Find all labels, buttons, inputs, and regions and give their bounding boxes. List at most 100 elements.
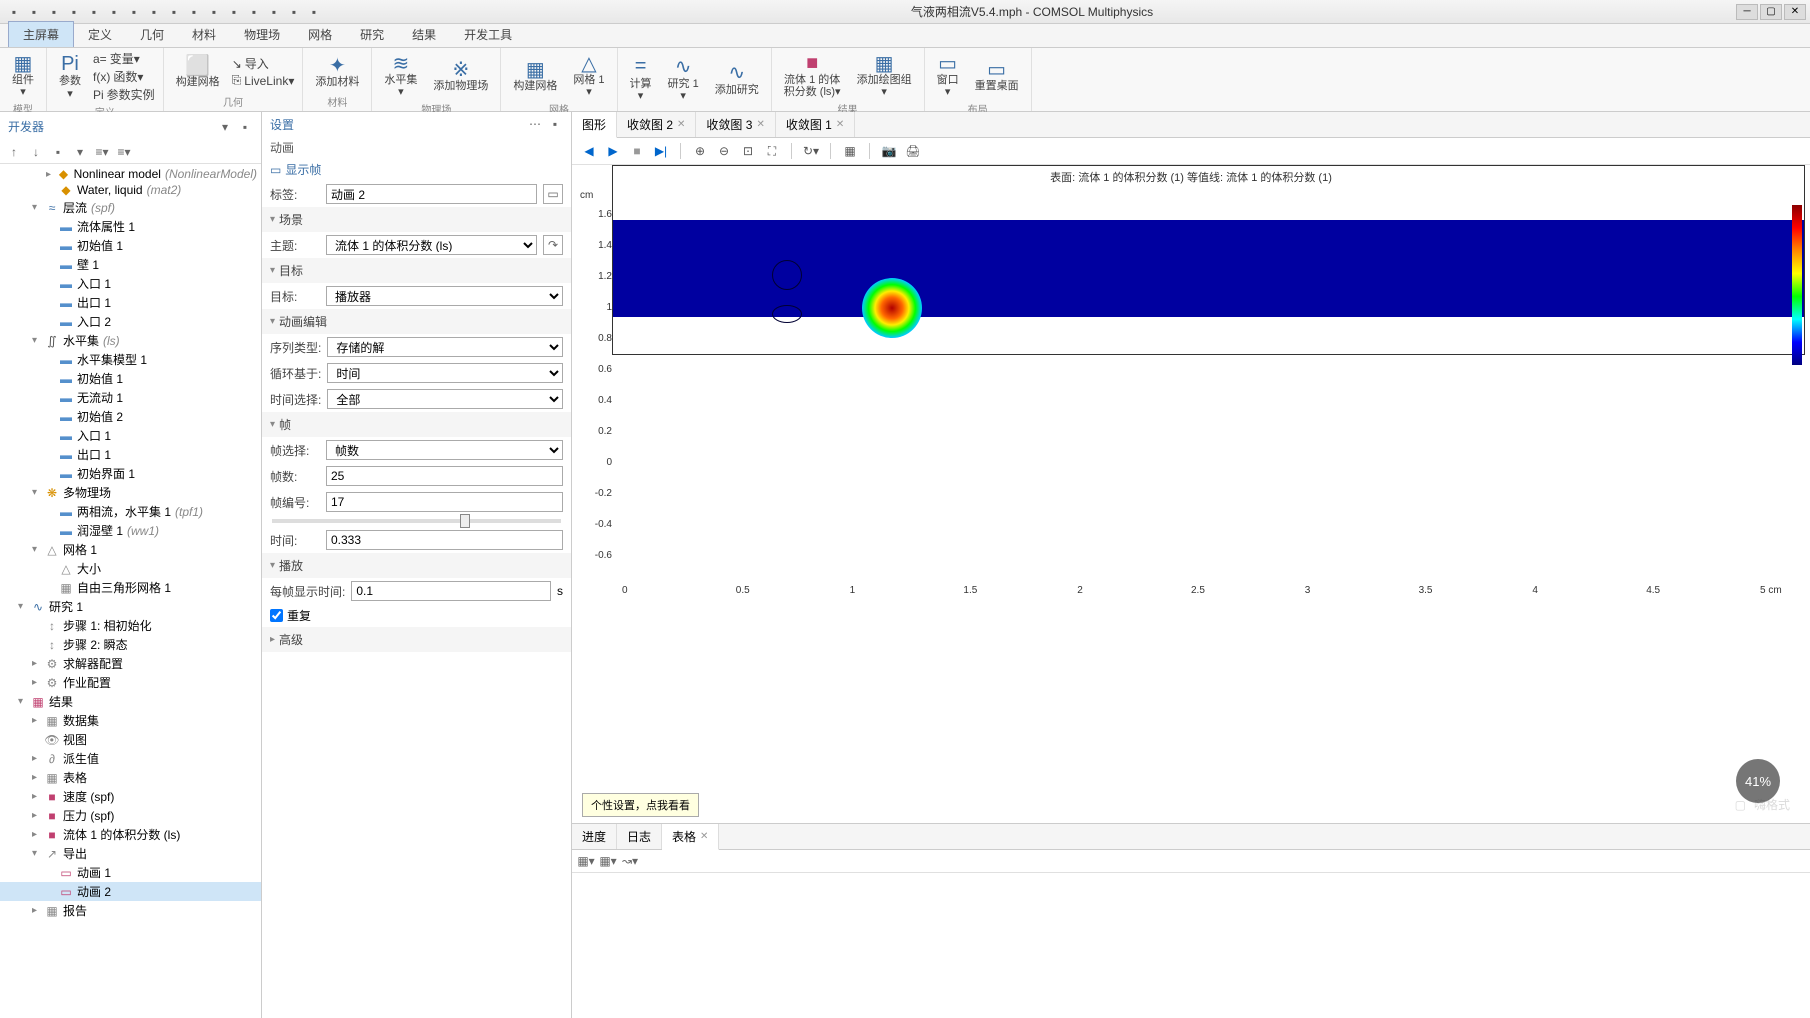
help-icon[interactable]: ▪ [306,4,322,20]
tree-item-36[interactable]: ▾↗导出 [0,844,261,863]
delete-icon[interactable]: ▪ [246,4,262,20]
tree-item-22[interactable]: ▦自由三角形网格 1 [0,578,261,597]
goto-icon[interactable]: ↷ [543,235,563,255]
tree-item-33[interactable]: ▸■速度 (spf) [0,787,261,806]
bottom-tab-0[interactable]: 进度 [572,824,617,849]
tree-item-20[interactable]: ▾△网格 1 [0,540,261,559]
grid-icon[interactable]: ▦ [841,142,859,160]
tree-item-19[interactable]: ▬润湿壁 1(ww1) [0,521,261,540]
zoom-out-icon[interactable]: ⊖ [715,142,733,160]
back-icon[interactable]: ▪ [106,4,122,20]
label-edit-icon[interactable]: ▭ [543,184,563,204]
ribbon-tab-5[interactable]: 网格 [294,22,346,47]
grid-icon[interactable]: ▪ [226,4,242,20]
select-3-0[interactable]: 帧数 [326,440,563,460]
ribbon-tab-3[interactable]: 材料 [178,22,230,47]
show-frame-link[interactable]: ▭ 显示帧 [262,158,571,181]
tree-item-29[interactable]: ▸▦数据集 [0,711,261,730]
graphics-tab-1[interactable]: 收敛图 2✕ [617,112,696,137]
zoom-extents-icon[interactable]: ⛶ [763,142,781,160]
tree-item-37[interactable]: ▭动画 1 [0,863,261,882]
tree-item-38[interactable]: ▭动画 2 [0,882,261,901]
sort-icon[interactable]: ≡▾ [116,144,132,160]
ribbon-tab-2[interactable]: 几何 [126,22,178,47]
section-header-0[interactable]: ▾场景 [262,207,571,232]
link-icon[interactable]: ▪ [266,4,282,20]
tree-item-11[interactable]: ▬初始值 1 [0,369,261,388]
down-icon[interactable]: ↓ [28,144,44,160]
section-header-4[interactable]: ▾播放 [262,553,571,578]
zoom-box-icon[interactable]: ⊡ [739,142,757,160]
copy-icon[interactable]: ▪ [166,4,182,20]
cut-icon[interactable]: ▪ [206,4,222,20]
zoom-icon[interactable]: ▪ [286,4,302,20]
ribbon-tab-0[interactable]: 主屏幕 [8,21,74,47]
ribbon-item[interactable]: ■流体 1 的体积分数 (ls)▾ [780,50,845,100]
tree-item-34[interactable]: ▸■压力 (spf) [0,806,261,825]
tree-item-25[interactable]: ↕步骤 2: 瞬态 [0,635,261,654]
tree-item-4[interactable]: ▬初始值 1 [0,236,261,255]
ribbon-tab-4[interactable]: 物理场 [230,22,294,47]
tree-item-28[interactable]: ▾▦结果 [0,692,261,711]
minimize-button[interactable]: ─ [1736,4,1758,20]
tree-item-17[interactable]: ▾❋多物理场 [0,483,261,502]
ribbon-small-item[interactable]: f(x)函数▾ [93,68,155,85]
ribbon-tab-6[interactable]: 研究 [346,22,398,47]
collapse-icon[interactable]: ▪ [50,144,66,160]
ribbon-item[interactable]: ∿研究 1▾ [664,54,703,104]
tree-item-1[interactable]: ◆Water, liquid(mat2) [0,182,261,198]
bottom-tab-2[interactable]: 表格✕ [662,824,719,850]
play-icon[interactable]: ▶ [604,142,622,160]
play-icon[interactable]: ▪ [86,4,102,20]
tree-item-14[interactable]: ▬入口 1 [0,426,261,445]
tree-item-35[interactable]: ▸■流体 1 的体积分数 (ls) [0,825,261,844]
ribbon-item[interactable]: ▭窗口▾ [933,50,963,100]
ribbon-item[interactable]: ▦添加绘图组▾ [853,50,916,100]
up-icon[interactable]: ↑ [6,144,22,160]
ribbon-item[interactable]: ✦添加材料 [311,52,363,90]
ribbon-item[interactable]: ※添加物理场 [429,56,492,94]
filter-icon[interactable]: ≡▾ [94,144,110,160]
stop-icon[interactable]: ■ [628,142,646,160]
panel-close-icon[interactable]: ▪ [237,119,253,135]
ribbon-item[interactable]: ▦组件▾ [8,50,38,100]
tree-item-8[interactable]: ▬入口 2 [0,312,261,331]
print-icon[interactable]: 🖨 [904,142,922,160]
close-button[interactable]: ✕ [1784,4,1806,20]
ribbon-small-item[interactable]: ⎘LiveLink▾ [232,73,295,88]
maximize-button[interactable]: ▢ [1760,4,1782,20]
ribbon-small-item[interactable]: a=变量▾ [93,50,155,67]
tree-item-12[interactable]: ▬无流动 1 [0,388,261,407]
tree-item-27[interactable]: ▸⚙作业配置 [0,673,261,692]
section-header-2[interactable]: ▾动画编辑 [262,309,571,334]
next-frame-icon[interactable]: ▶| [652,142,670,160]
tree-item-6[interactable]: ▬入口 1 [0,274,261,293]
label-input[interactable] [326,184,537,204]
tree-item-13[interactable]: ▬初始值 2 [0,407,261,426]
refresh-icon[interactable]: ▪ [146,4,162,20]
file-icon[interactable]: ▪ [6,4,22,20]
ribbon-small-item[interactable]: ↘导入 [232,55,295,72]
settings-menu-icon[interactable]: ⋯ [527,116,543,132]
ribbon-item[interactable]: ▦构建网格 [509,56,561,94]
ribbon-item[interactable]: =计算▾ [626,54,656,104]
input-4-0[interactable] [351,581,551,601]
bottom-tab-1[interactable]: 日志 [617,824,662,849]
tree-item-30[interactable]: 👁视图 [0,730,261,749]
graphics-tab-2[interactable]: 收敛图 3✕ [696,112,775,137]
table-color-icon[interactable]: ▦▾ [600,853,616,869]
undo-icon[interactable]: ▪ [46,4,62,20]
ribbon-item[interactable]: ≋水平集▾ [380,50,421,100]
select-2-0[interactable]: 存储的解 [327,337,563,357]
tree-item-7[interactable]: ▬出口 1 [0,293,261,312]
tree-item-24[interactable]: ↕步骤 1: 相初始化 [0,616,261,635]
tree-item-32[interactable]: ▸▦表格 [0,768,261,787]
tree-item-16[interactable]: ▬初始界面 1 [0,464,261,483]
tree-item-9[interactable]: ▾∬水平集(ls) [0,331,261,350]
table-view-icon[interactable]: ▦▾ [578,853,594,869]
tree-item-23[interactable]: ▾∿研究 1 [0,597,261,616]
ribbon-small-item[interactable]: Pi参数实例 [93,86,155,103]
tree-item-2[interactable]: ▾≈层流(spf) [0,198,261,217]
ribbon-tab-7[interactable]: 结果 [398,22,450,47]
ribbon-tab-8[interactable]: 开发工具 [450,22,526,47]
